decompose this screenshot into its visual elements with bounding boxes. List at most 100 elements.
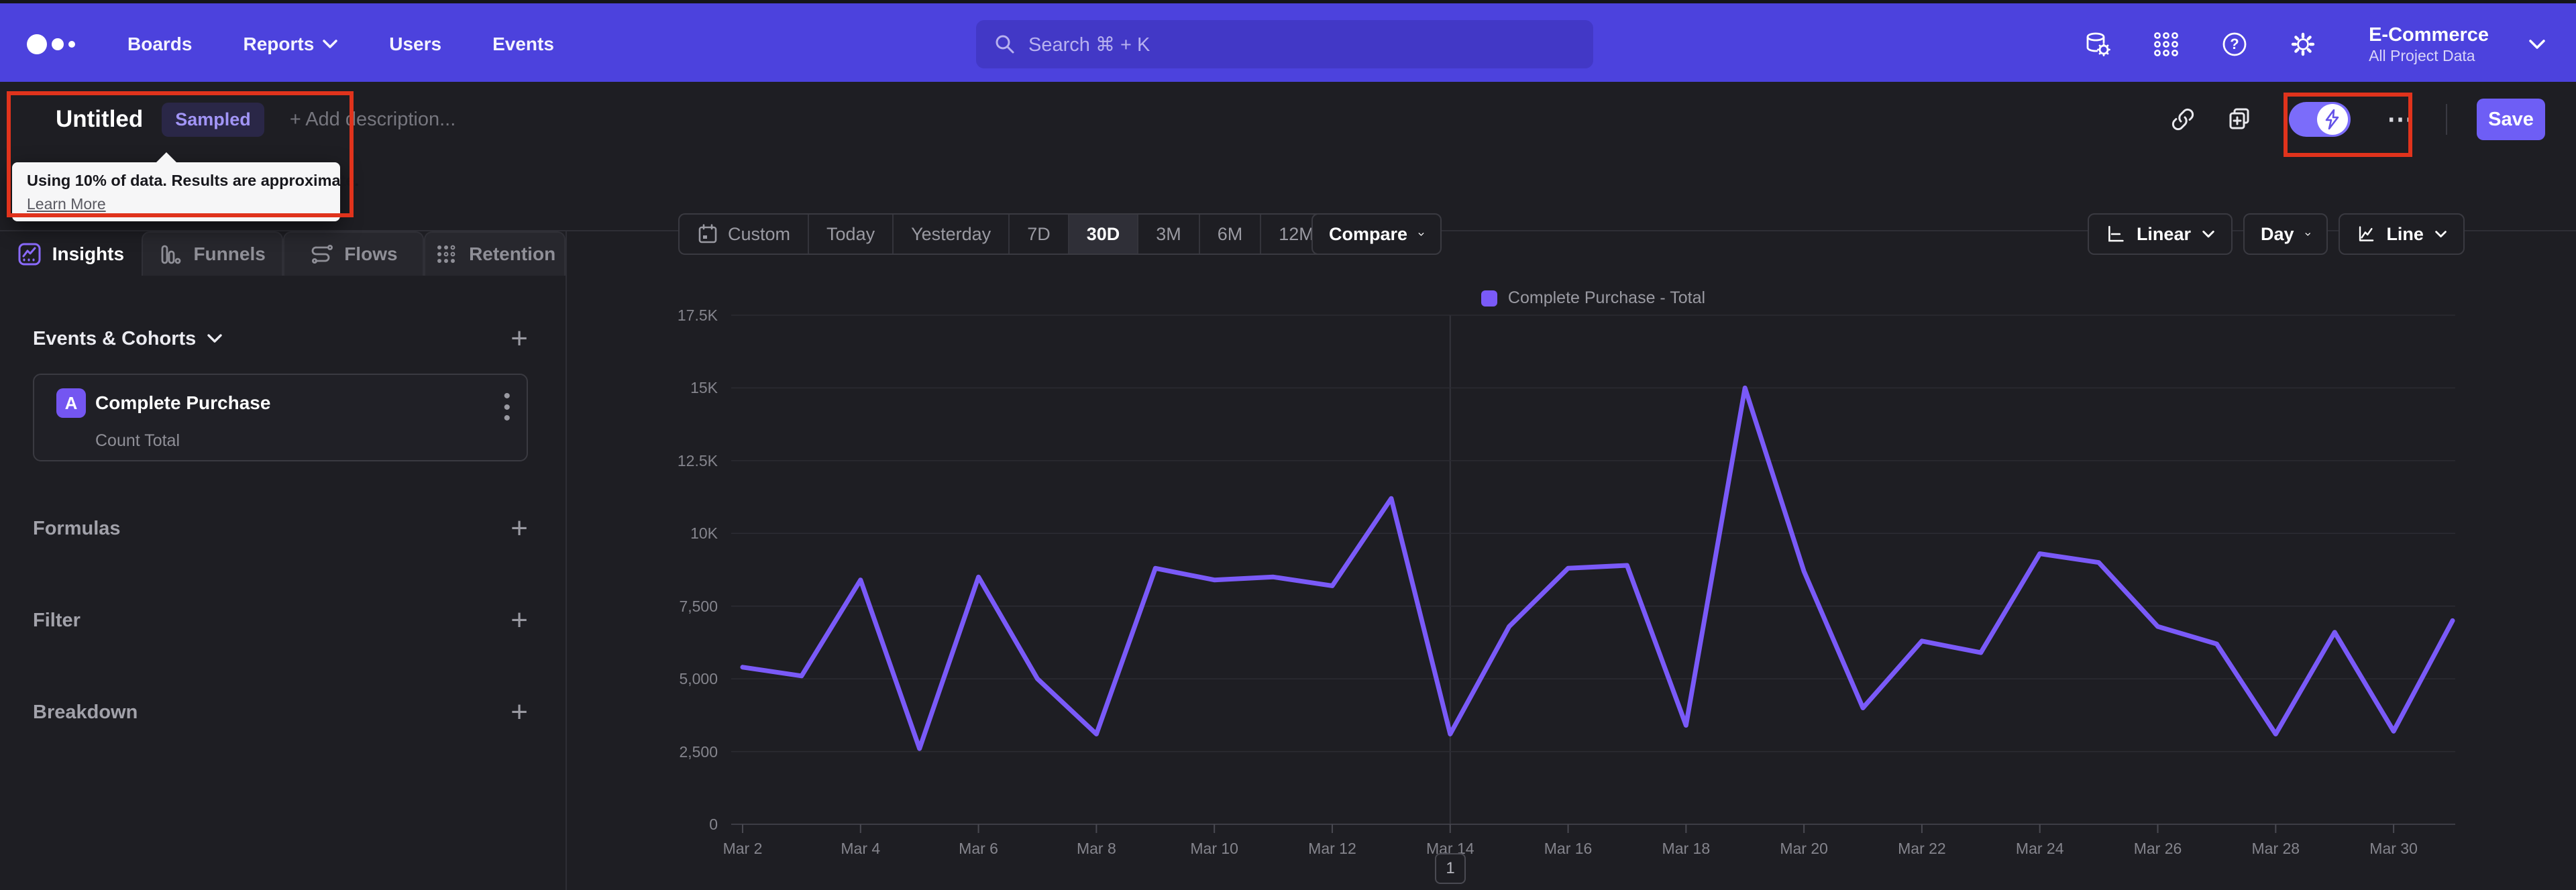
chevron-down-icon	[2435, 230, 2447, 237]
breakdown-label: Breakdown	[33, 701, 138, 723]
settings-gear-icon[interactable]	[2288, 30, 2318, 59]
tab-insights[interactable]: Insights	[0, 231, 142, 276]
chevron-down-icon	[2529, 40, 2545, 49]
x-axis-label: Mar 10	[1190, 840, 1238, 857]
tab-retention[interactable]: Retention	[424, 231, 566, 276]
y-axis-label: 7,500	[679, 597, 718, 615]
x-axis-label: Mar 6	[959, 840, 998, 857]
project-scope: All Project Data	[2369, 46, 2475, 64]
chevron-down-icon	[2305, 232, 2310, 235]
x-axis-label: Mar 8	[1076, 840, 1116, 857]
project-name: E-Commerce	[2369, 23, 2489, 46]
top-navigation-bar: Boards Reports Users Events Search ⌘ + K	[0, 0, 2576, 82]
y-axis-label: 17.5K	[677, 307, 718, 324]
nav-users[interactable]: Users	[389, 34, 441, 55]
duplicate-report-icon[interactable]	[2226, 106, 2253, 133]
flows-icon	[311, 245, 333, 264]
event-name[interactable]: Complete Purchase	[95, 392, 270, 414]
range-6m[interactable]: 6M	[1200, 215, 1262, 254]
toggle-knob	[2317, 104, 2348, 135]
funnels-icon	[162, 245, 181, 264]
pagination-badge[interactable]: 1	[1435, 853, 1466, 884]
add-event-button[interactable]: +	[511, 324, 528, 353]
range-3m[interactable]: 3M	[1138, 215, 1200, 254]
nav-reports[interactable]: Reports	[243, 34, 338, 55]
nav-events[interactable]: Events	[492, 34, 554, 55]
event-menu-icon[interactable]: • • •	[503, 386, 511, 429]
x-axis-label: Mar 20	[1780, 840, 1828, 857]
search-placeholder: Search ⌘ + K	[1028, 34, 1150, 56]
chevron-down-icon	[323, 40, 338, 48]
chevron-down-icon	[1418, 232, 1424, 236]
x-axis-label: Mar 18	[1662, 840, 1711, 857]
tab-label: Insights	[52, 243, 125, 264]
y-axis-label: 0	[709, 816, 718, 833]
range-yesterday[interactable]: Yesterday	[894, 215, 1010, 254]
interval-selector[interactable]: Day	[2243, 213, 2328, 255]
tab-flows[interactable]: Flows	[282, 231, 425, 276]
event-metric[interactable]: Count Total	[95, 431, 180, 451]
search-icon	[996, 35, 1014, 54]
line-chart[interactable]	[731, 310, 2455, 840]
range-30d[interactable]: 30D	[1069, 215, 1139, 254]
events-cohorts-header: Events & Cohorts +	[33, 324, 528, 353]
report-tabs: Insights Funnels Flows Retention	[0, 231, 566, 276]
x-axis-label: Mar 2	[722, 840, 763, 857]
tab-label: Funnels	[193, 243, 266, 264]
line-chart-icon	[2359, 226, 2374, 241]
date-range-group: Custom Today Yesterday 7D 30D 3M 6M 12M	[678, 213, 1333, 255]
insights-icon	[18, 243, 41, 266]
add-breakdown-button[interactable]: +	[511, 698, 528, 727]
y-axis-label: 10K	[690, 524, 718, 543]
x-axis-label: Mar 16	[1544, 840, 1593, 857]
tab-label: Retention	[469, 243, 556, 264]
events-cohorts-label[interactable]: Events & Cohorts	[33, 328, 223, 350]
add-description[interactable]: + Add description...	[290, 109, 455, 131]
learn-more-link[interactable]: Learn More	[27, 195, 106, 213]
chevron-down-icon	[207, 334, 223, 343]
add-filter-button[interactable]: +	[511, 606, 528, 635]
report-title[interactable]: Untitled	[56, 106, 143, 133]
project-selector[interactable]: E-Commerce All Project Data	[2369, 23, 2489, 65]
copy-link-icon[interactable]	[2169, 106, 2196, 133]
range-7d[interactable]: 7D	[1010, 215, 1069, 254]
legend-label: Complete Purchase - Total	[1507, 288, 1706, 307]
compare-button[interactable]: Compare	[1311, 213, 1442, 255]
search-input[interactable]: Search ⌘ + K	[976, 20, 1593, 68]
range-custom[interactable]: Custom	[680, 215, 810, 254]
tab-funnels[interactable]: Funnels	[141, 231, 283, 276]
x-axis-label: Mar 24	[2015, 840, 2064, 857]
sidebar-divider	[566, 230, 567, 890]
breakdown-section: Breakdown +	[33, 698, 528, 727]
more-options-button[interactable]: ⋯	[2387, 104, 2416, 135]
sampling-toggle[interactable]	[2289, 102, 2351, 137]
sampled-badge[interactable]: Sampled	[162, 102, 264, 137]
apps-grid-icon[interactable]	[2151, 30, 2181, 59]
mixpanel-logo[interactable]	[27, 34, 75, 54]
y-axis-label: 12.5K	[677, 451, 718, 469]
range-today[interactable]: Today	[809, 215, 894, 254]
calendar-icon	[698, 224, 717, 243]
event-card[interactable]: A Complete Purchase Count Total • • •	[33, 374, 528, 461]
x-axis-label: Mar 26	[2133, 840, 2182, 857]
svg-text:?: ?	[2230, 36, 2239, 52]
x-axis-label: Mar 30	[2369, 840, 2418, 857]
y-axis-label: 15K	[690, 379, 718, 397]
chart-type-selector[interactable]: Line	[2339, 213, 2465, 255]
add-formula-button[interactable]: +	[511, 514, 528, 543]
save-button[interactable]: Save	[2477, 99, 2545, 140]
scale-selector[interactable]: Linear	[2088, 213, 2233, 255]
tooltip-text: Using 10% of data. Results are approxima…	[27, 172, 359, 189]
x-axis-label: Mar 28	[2251, 840, 2300, 857]
mixpanel-insights-app: Boards Reports Users Events Search ⌘ + K	[0, 0, 2576, 890]
filter-section: Filter +	[33, 606, 528, 635]
x-axis-label: Mar 12	[1308, 840, 1356, 857]
data-management-icon[interactable]	[2083, 30, 2112, 59]
report-header: Untitled Sampled + Add description... ⋯ …	[0, 82, 2576, 230]
help-icon[interactable]: ?	[2220, 30, 2249, 59]
nav-boards[interactable]: Boards	[127, 34, 192, 55]
x-axis-label: Mar 22	[1898, 840, 1946, 857]
filter-label: Filter	[33, 609, 80, 631]
lightning-bolt-icon	[2325, 109, 2339, 129]
event-letter-badge: A	[56, 388, 86, 418]
